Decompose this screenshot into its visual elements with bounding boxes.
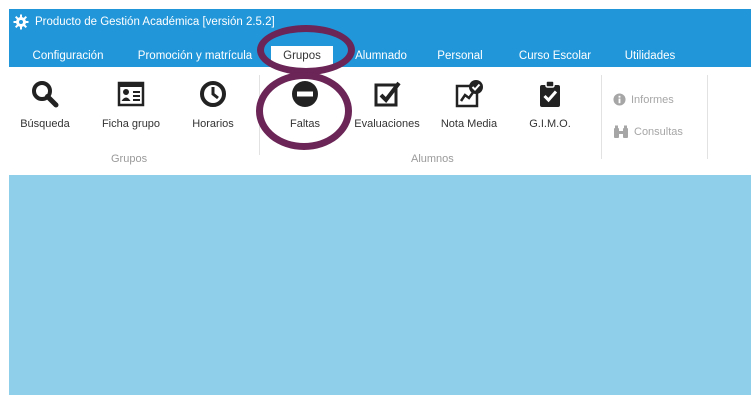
checkbox-icon <box>374 81 401 107</box>
group-label-grupos: Grupos <box>111 153 148 165</box>
chart-check-icon <box>455 80 483 108</box>
ficha-grupo-label: Ficha grupo <box>101 118 161 130</box>
nota-media-label: Nota Media <box>440 118 498 130</box>
tab-promocion-matricula[interactable]: Promoción y matrícula <box>127 46 263 67</box>
evaluaciones-button[interactable]: Evaluaciones <box>349 79 425 130</box>
tab-configuracion[interactable]: Configuración <box>23 46 113 67</box>
group-separator <box>601 75 602 159</box>
horarios-label: Horarios <box>192 118 234 130</box>
consultas-label: Consultas <box>634 126 683 138</box>
header-bar: Producto de Gestión Académica [versión 2… <box>9 9 751 67</box>
id-card-icon <box>117 81 145 107</box>
evaluaciones-label: Evaluaciones <box>354 118 420 130</box>
faltas-button[interactable]: Faltas <box>277 79 333 130</box>
search-icon <box>32 81 59 108</box>
main-content-area <box>9 175 751 395</box>
tab-alumnado[interactable]: Alumnado <box>349 46 413 67</box>
binoculars-icon <box>614 125 628 138</box>
consultas-button[interactable]: Consultas <box>613 125 683 139</box>
group-separator <box>707 75 708 159</box>
app-window: Producto de Gestión Académica [versión 2… <box>9 9 751 395</box>
ficha-grupo-button[interactable]: Ficha grupo <box>95 79 167 130</box>
ribbon: Búsqueda Ficha grupo Horarios Faltas Eva… <box>9 67 751 175</box>
tab-utilidades[interactable]: Utilidades <box>615 46 685 67</box>
clock-icon <box>200 81 226 107</box>
gimo-label: G.I.M.O. <box>529 118 571 130</box>
tab-personal[interactable]: Personal <box>429 46 491 67</box>
faltas-label: Faltas <box>290 118 320 130</box>
minus-circle-icon <box>292 81 318 107</box>
info-icon <box>613 93 626 106</box>
window-title: Producto de Gestión Académica [versión 2… <box>35 16 275 28</box>
horarios-button[interactable]: Horarios <box>183 79 243 130</box>
title-bar: Producto de Gestión Académica [versión 2… <box>9 9 275 35</box>
group-label-alumnos: Alumnos <box>411 153 454 165</box>
busqueda-label: Búsqueda <box>20 118 70 130</box>
gear-icon <box>13 14 29 30</box>
gimo-button[interactable]: G.I.M.O. <box>525 79 575 130</box>
tab-curso-escolar[interactable]: Curso Escolar <box>511 46 599 67</box>
informes-label: Informes <box>631 93 674 106</box>
busqueda-button[interactable]: Búsqueda <box>15 79 75 130</box>
tab-grupos[interactable]: Grupos <box>271 46 333 67</box>
group-separator <box>259 75 260 155</box>
nota-media-button[interactable]: Nota Media <box>437 79 501 130</box>
clipboard-check-icon <box>540 80 560 107</box>
informes-button[interactable]: Informes <box>613 93 674 106</box>
menu-tabs: Configuración Promoción y matrícula Grup… <box>9 46 751 67</box>
